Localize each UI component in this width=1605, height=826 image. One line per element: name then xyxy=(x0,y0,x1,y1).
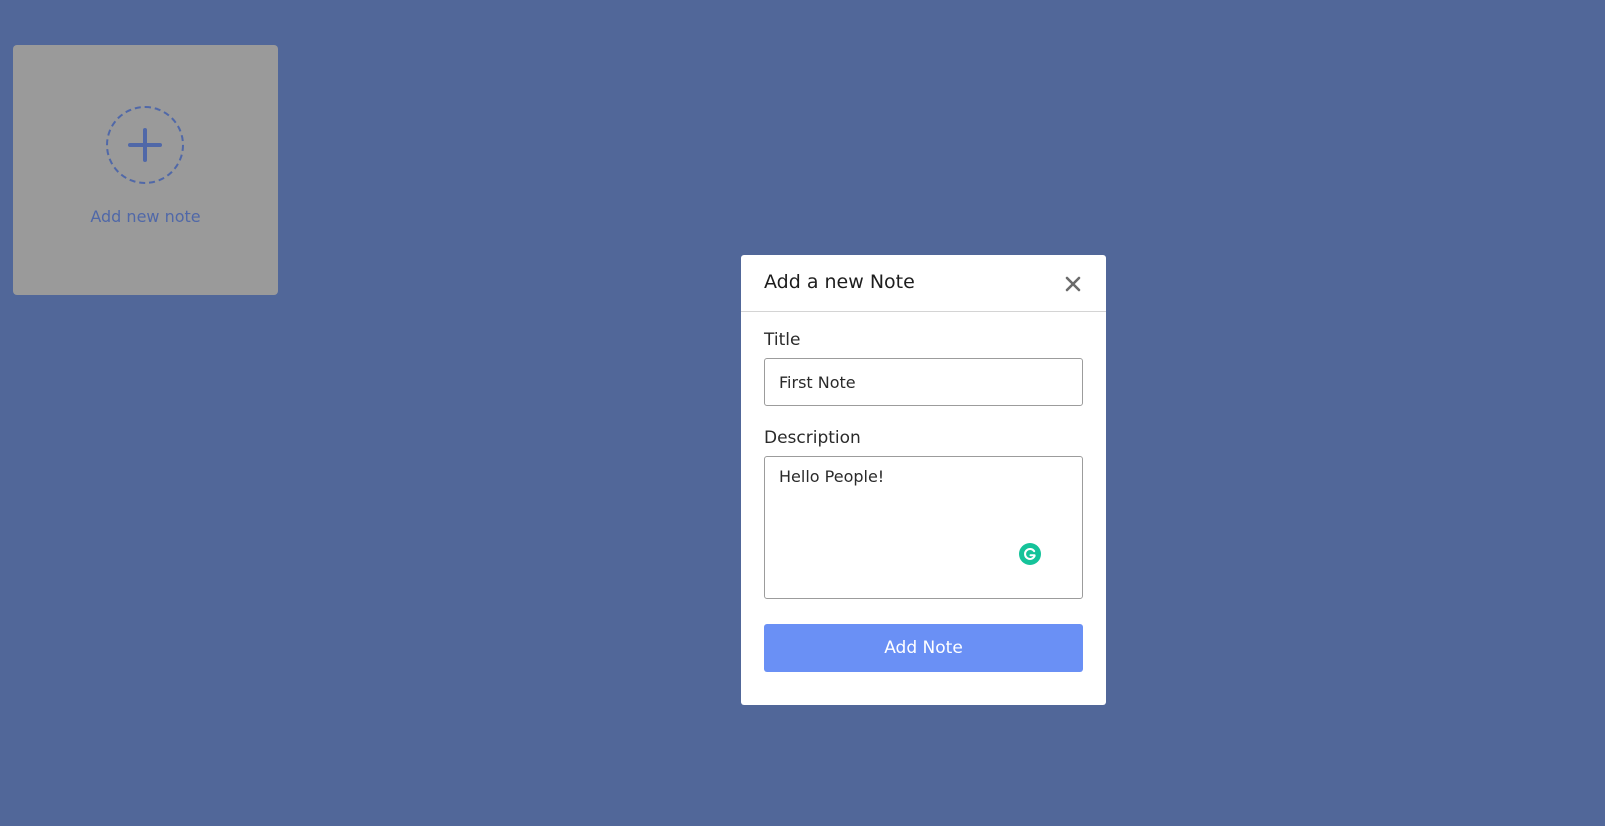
plus-icon xyxy=(128,128,162,162)
description-textarea[interactable]: Hello People! xyxy=(764,456,1083,599)
description-label: Description xyxy=(764,428,861,448)
title-label: Title xyxy=(764,330,801,350)
add-new-note-label: Add new note xyxy=(90,207,201,226)
close-icon[interactable] xyxy=(1063,274,1083,294)
grammarly-icon[interactable] xyxy=(1019,543,1041,565)
add-note-modal: Add a new Note Title Description Hello P… xyxy=(741,255,1106,705)
modal-header: Add a new Note xyxy=(741,255,1106,312)
title-input[interactable] xyxy=(764,358,1083,406)
modal-title: Add a new Note xyxy=(764,271,915,293)
plus-circle xyxy=(106,106,184,184)
add-new-note-card[interactable]: Add new note xyxy=(13,45,278,295)
add-note-button[interactable]: Add Note xyxy=(764,624,1083,672)
